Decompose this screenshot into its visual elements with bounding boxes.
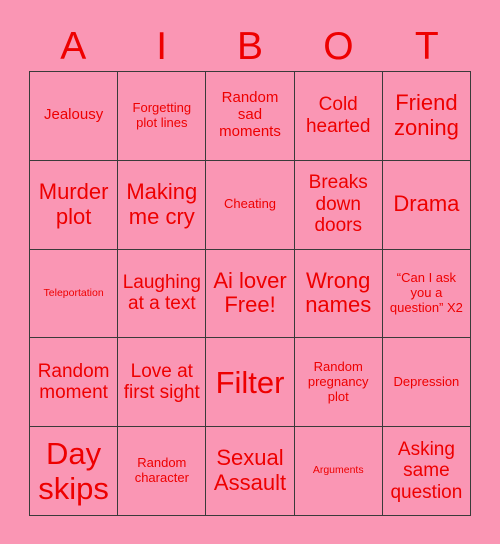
bingo-row-1: Jealousy Forgetting plot lines Random sa… [30,72,472,161]
bingo-cell-r1c5[interactable]: Friend zoning [382,72,472,161]
bingo-grid: Jealousy Forgetting plot lines Random sa… [29,71,472,516]
bingo-cell-r3c4[interactable]: Wrong names [294,249,383,339]
bingo-cell-r5c4[interactable]: Arguments [294,427,383,516]
bingo-cell-label: Making me cry [126,178,198,229]
bingo-cell-label: Forgetting plot lines [132,100,192,130]
bingo-cell-label: Laughing at a text [122,272,201,315]
bingo-cell-r4c1[interactable]: Random moment [30,338,119,428]
bingo-cell-r5c1[interactable]: Day skips [30,427,119,516]
bingo-cell-r1c1[interactable]: Jealousy [30,72,119,161]
bingo-cell-r2c5[interactable]: Drama [382,160,472,250]
header-letter-3: B [237,25,264,68]
bingo-cell-label: Love at first sight [123,360,200,404]
bingo-cell-r2c2[interactable]: Making me cry [118,160,207,250]
bingo-cell-label: Random moment [37,360,110,404]
bingo-cell-label: Day skips [38,436,109,507]
bingo-cell-r3c3[interactable]: Ai lover Free! [206,249,295,339]
bingo-cell-r4c2[interactable]: Love at first sight [118,338,207,428]
bingo-cell-label: Wrong names [305,267,372,318]
bingo-cell-r5c2[interactable]: Random character [118,427,207,516]
bingo-cell-label: Breaks down doors [308,172,368,237]
bingo-cell-r5c5[interactable]: Asking same question [382,427,472,516]
bingo-cell-r2c4[interactable]: Breaks down doors [294,160,383,250]
bingo-cell-label: Friend zoning [393,90,459,140]
bingo-card: A I B O T Jealousy Forgetting plot lines… [0,0,500,544]
bingo-cell-label: Teleportation [43,286,104,299]
bingo-cell-r3c1[interactable]: Teleportation [30,249,119,339]
bingo-cell-label: Random character [134,455,189,486]
bingo-cell-label: Drama [393,191,460,217]
bingo-cell-label: Ai lover Free! [213,267,287,318]
bingo-cell-label: Arguments [312,464,364,477]
bingo-cell-r4c4[interactable]: Random pregnancy plot [294,338,383,428]
bingo-cell-label: Random sad moments [219,89,281,141]
bingo-cell-r4c3[interactable]: Filter [206,338,295,428]
bingo-cell-label: Jealousy [44,106,104,124]
bingo-row-5: Day skips Random character Sexual Assaul… [30,427,472,516]
bingo-cell-r2c3[interactable]: Cheating [206,160,295,250]
bingo-cell-r4c5[interactable]: Depression [382,338,472,428]
bingo-cell-label: Asking same question [390,438,463,503]
header-letter-4: O [323,25,354,68]
bingo-row-3: Teleportation Laughing at a text Ai love… [30,249,472,339]
bingo-cell-label: Murder plot [38,178,109,229]
bingo-row-2: Murder plot Making me cry Cheating Break… [30,160,472,250]
bingo-cell-r1c2[interactable]: Forgetting plot lines [118,72,207,161]
header-letter-1: A [60,25,87,68]
bingo-cell-r5c3[interactable]: Sexual Assault [206,427,295,516]
bingo-cell-r3c2[interactable]: Laughing at a text [118,249,207,339]
bingo-cell-label: Random pregnancy plot [307,359,369,404]
bingo-cell-label: Sexual Assault [213,445,287,496]
bingo-cell-label: Depression [393,373,460,389]
bingo-cell-label: “Can I ask you a question” X2 [389,270,463,315]
bingo-cell-label: Cheating [223,196,277,212]
header-letter-5: T [414,25,439,68]
bingo-cell-r2c1[interactable]: Murder plot [30,160,119,250]
bingo-cell-r3c5[interactable]: “Can I ask you a question” X2 [382,249,472,339]
bingo-cell-r1c4[interactable]: Cold hearted [294,72,383,161]
header-letter-2: I [156,25,168,68]
bingo-cell-label: Cold hearted [305,94,371,137]
bingo-row-4: Random moment Love at first sight Filter… [30,338,472,428]
bingo-header: A I B O T [29,22,471,71]
bingo-cell-r1c3[interactable]: Random sad moments [206,72,295,161]
bingo-cell-label: Filter [215,364,285,400]
